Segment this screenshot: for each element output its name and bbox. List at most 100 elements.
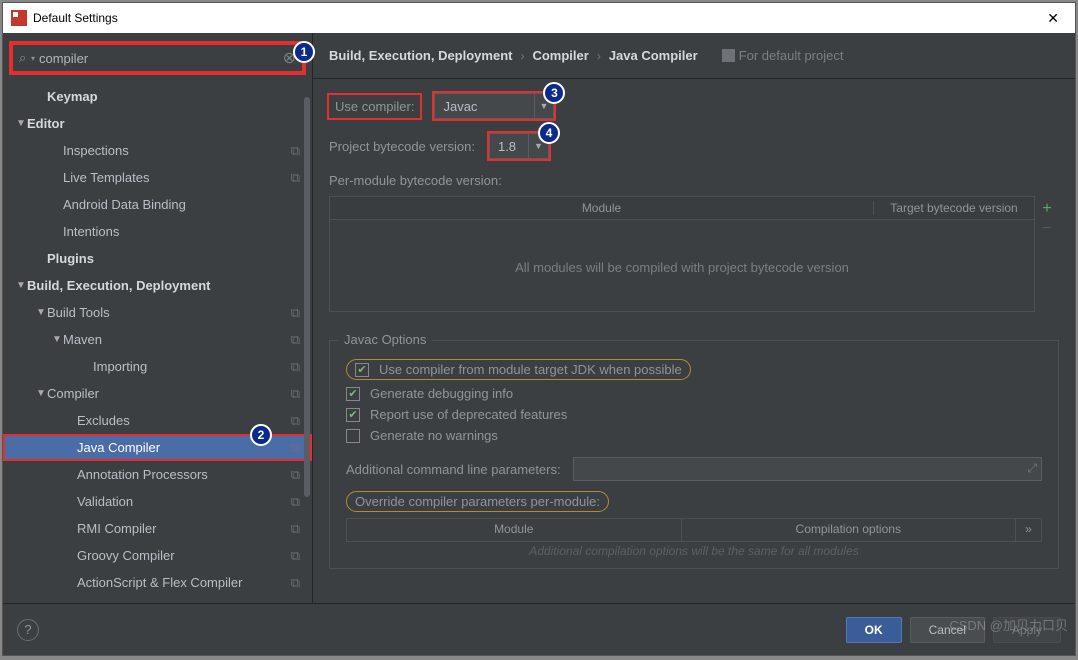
sidebar-item-label: Compiler (47, 386, 291, 401)
sidebar-item-label: Plugins (47, 251, 300, 266)
per-module-label: Per-module bytecode version: (329, 173, 1059, 188)
highlight-oval-2: Override compiler parameters per-module: (346, 491, 609, 512)
annotation-badge-2: 2 (250, 424, 272, 446)
col-module-2: Module (347, 519, 682, 541)
search-icon: ⌕ (19, 50, 26, 66)
override-table-header: Module Compilation options » (346, 518, 1042, 542)
sidebar-item[interactable]: ▼Maven⧉ (3, 326, 312, 353)
sidebar-item[interactable]: Importing⧉ (3, 353, 312, 380)
use-compiler-label: Use compiler: (329, 95, 420, 118)
chk-debug-label: Generate debugging info (370, 386, 513, 401)
col-target-version: Target bytecode version (874, 201, 1034, 215)
checkbox-use-module-jdk[interactable]: ✔ (355, 363, 369, 377)
sidebar-item[interactable]: Live Templates⧉ (3, 164, 312, 191)
checkbox-deprecated[interactable]: ✔ (346, 408, 360, 422)
use-compiler-dropdown[interactable]: Javac ▼ 3 (434, 93, 554, 119)
bytecode-version-value: 1.8 (498, 139, 516, 154)
highlight-oval-1: ✔ Use compiler from module target JDK wh… (346, 359, 691, 380)
sidebar: ⌕ ▾ ⊗ 1 Keymap▼EditorInspections⧉Live Te… (3, 33, 313, 603)
copy-profile-icon: ⧉ (291, 467, 300, 483)
sidebar-item[interactable]: Groovy Compiler⧉ (3, 542, 312, 569)
col-comp-options: Compilation options (682, 519, 1016, 541)
chk-no-warnings-label: Generate no warnings (370, 428, 498, 443)
javac-options-fieldset: Javac Options ✔ Use compiler from module… (329, 340, 1059, 569)
copy-profile-icon: ⧉ (291, 575, 300, 591)
sidebar-item[interactable]: Android Data Binding (3, 191, 312, 218)
copy-profile-icon: ⧉ (291, 359, 300, 375)
sidebar-item[interactable]: ▼Editor (3, 110, 312, 137)
module-table-header: Module Target bytecode version (329, 196, 1035, 220)
copy-profile-icon: ⧉ (291, 170, 300, 186)
table-placeholder: All modules will be compiled with projec… (515, 260, 849, 275)
window-title: Default Settings (33, 11, 118, 25)
for-default-label: For default project (739, 48, 844, 63)
addl-params-input[interactable]: ⤢ (573, 457, 1042, 481)
sidebar-item[interactable]: Java Compiler⧉2 (3, 434, 312, 461)
sidebar-item[interactable]: Plugins (3, 245, 312, 272)
sidebar-item[interactable]: Intentions (3, 218, 312, 245)
bytecode-version-label: Project bytecode version: (329, 139, 475, 154)
add-row-icon[interactable]: + (1042, 200, 1051, 218)
breadcrumb-b[interactable]: Compiler (532, 48, 588, 63)
apply-button: Apply (993, 617, 1061, 643)
copy-profile-icon: ⧉ (291, 521, 300, 537)
sidebar-item-label: RMI Compiler (77, 521, 291, 536)
checkbox-no-warnings[interactable] (346, 429, 360, 443)
default-project-icon (722, 49, 735, 62)
sidebar-item-label: Intentions (63, 224, 300, 239)
addl-params-label: Additional command line parameters: (346, 462, 561, 477)
bytecode-version-dropdown[interactable]: 1.8 ▼ 4 (489, 133, 549, 159)
annotation-badge-1: 1 (293, 41, 315, 63)
sidebar-item-label: Maven (63, 332, 291, 347)
expand-icon[interactable]: ⤢ (1027, 461, 1037, 476)
sidebar-item-label: Groovy Compiler (77, 548, 291, 563)
titlebar: Default Settings ✕ (3, 3, 1075, 33)
more-icon[interactable]: » (1015, 519, 1041, 541)
sidebar-item-label: Android Data Binding (63, 197, 300, 212)
search-input[interactable] (39, 51, 280, 66)
sidebar-item-label: Inspections (63, 143, 291, 158)
tree-arrow-icon: ▼ (35, 388, 47, 399)
sidebar-item-label: ActionScript & Flex Compiler (77, 575, 291, 590)
copy-profile-icon: ⧉ (291, 305, 300, 321)
breadcrumb: Build, Execution, Deployment › Compiler … (313, 33, 1075, 79)
copy-profile-icon: ⧉ (291, 332, 300, 348)
cancel-button[interactable]: Cancel (910, 617, 985, 643)
main-panel: Build, Execution, Deployment › Compiler … (313, 33, 1075, 603)
sidebar-item[interactable]: ▼Build Tools⧉ (3, 299, 312, 326)
close-icon[interactable]: ✕ (1039, 10, 1067, 27)
sidebar-item[interactable]: Keymap (3, 83, 312, 110)
sidebar-item[interactable]: Validation⧉ (3, 488, 312, 515)
breadcrumb-a[interactable]: Build, Execution, Deployment (329, 48, 512, 63)
sidebar-item[interactable]: ▼Build, Execution, Deployment (3, 272, 312, 299)
sidebar-item[interactable]: RMI Compiler⧉ (3, 515, 312, 542)
checkbox-debug-info[interactable]: ✔ (346, 387, 360, 401)
sidebar-item-label: Keymap (47, 89, 300, 104)
remove-row-icon: − (1042, 220, 1051, 238)
scrollbar-thumb[interactable] (304, 97, 310, 497)
breadcrumb-c: Java Compiler (609, 48, 698, 63)
search-input-frame: ⌕ ▾ ⊗ 1 (11, 43, 304, 73)
sidebar-item[interactable]: ActionScript & Flex Compiler⧉ (3, 569, 312, 596)
help-button[interactable]: ? (17, 619, 39, 641)
dialog-footer: ? OK Cancel Apply (3, 603, 1075, 655)
copy-profile-icon: ⧉ (291, 440, 300, 456)
tree-arrow-icon: ▼ (35, 307, 47, 318)
copy-profile-icon: ⧉ (291, 413, 300, 429)
sidebar-item[interactable]: Annotation Processors⧉ (3, 461, 312, 488)
settings-window: Default Settings ✕ ⌕ ▾ ⊗ 1 Keymap ▼Editor… (2, 2, 1076, 656)
chevron-right-icon: › (597, 49, 601, 63)
copy-profile-icon: ⧉ (291, 494, 300, 510)
module-table-body: All modules will be compiled with projec… (329, 220, 1035, 312)
sidebar-item[interactable]: Inspections⧉ (3, 137, 312, 164)
override-hint: Additional compilation options will be t… (346, 542, 1042, 560)
sidebar-item-label: Annotation Processors (77, 467, 291, 482)
javac-legend: Javac Options (338, 332, 432, 347)
sidebar-item[interactable]: ▼Compiler⧉ (3, 380, 312, 407)
annotation-badge-3: 3 (543, 82, 565, 104)
tree-arrow-icon: ▼ (15, 280, 27, 291)
chk-deprecated-label: Report use of deprecated features (370, 407, 567, 422)
search-dropdown-icon[interactable]: ▾ (31, 54, 35, 63)
copy-profile-icon: ⧉ (291, 143, 300, 159)
ok-button[interactable]: OK (846, 617, 902, 643)
